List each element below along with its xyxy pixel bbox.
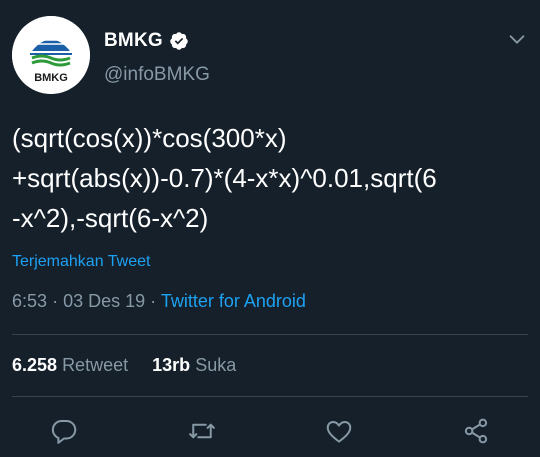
reply-icon[interactable] xyxy=(49,416,79,446)
translate-tweet-link[interactable]: Terjemahkan Tweet xyxy=(12,253,150,271)
meta-separator: · xyxy=(150,291,157,311)
retweets-count: 6.258 xyxy=(12,355,58,375)
tweet-stats: 6.258 Retweet 13rb Suka xyxy=(12,355,236,376)
avatar[interactable]: BMKG xyxy=(12,16,90,94)
bmkg-logo-icon: BMKG xyxy=(12,16,90,94)
tweet-actions xyxy=(0,412,540,452)
author-name-row: BMKG xyxy=(104,30,189,52)
author-name[interactable]: BMKG xyxy=(104,30,163,52)
retweet-icon[interactable] xyxy=(187,416,217,446)
divider xyxy=(12,334,528,335)
divider xyxy=(12,396,528,397)
retweets-stat[interactable]: 6.258 Retweet xyxy=(12,355,133,375)
likes-count: 13rb xyxy=(152,355,191,375)
tweet-date: 03 Des 19 xyxy=(63,291,146,311)
author-handle[interactable]: @infoBMKG xyxy=(104,64,210,86)
verified-badge-icon xyxy=(169,31,189,51)
heart-icon[interactable] xyxy=(324,416,354,446)
tweet-source-link[interactable]: Twitter for Android xyxy=(161,291,306,311)
likes-label: Suka xyxy=(195,355,237,375)
tweet-metadata: 6:53 · 03 Des 19 · Twitter for Android xyxy=(12,291,306,312)
meta-separator: · xyxy=(52,291,59,311)
retweets-label: Retweet xyxy=(62,355,129,375)
tweet-time: 6:53 xyxy=(12,291,48,311)
tweet-text: (sqrt(cos(x))*cos(300*x) +sqrt(abs(x))-0… xyxy=(12,123,437,233)
share-icon[interactable] xyxy=(461,416,491,446)
tweet-detail: BMKG BMKG @infoBMKG (sqrt(cos(x))*cos(30… xyxy=(0,0,540,457)
likes-stat[interactable]: 13rb Suka xyxy=(152,355,236,375)
svg-text:BMKG: BMKG xyxy=(34,72,68,84)
chevron-down-icon[interactable] xyxy=(506,28,528,50)
